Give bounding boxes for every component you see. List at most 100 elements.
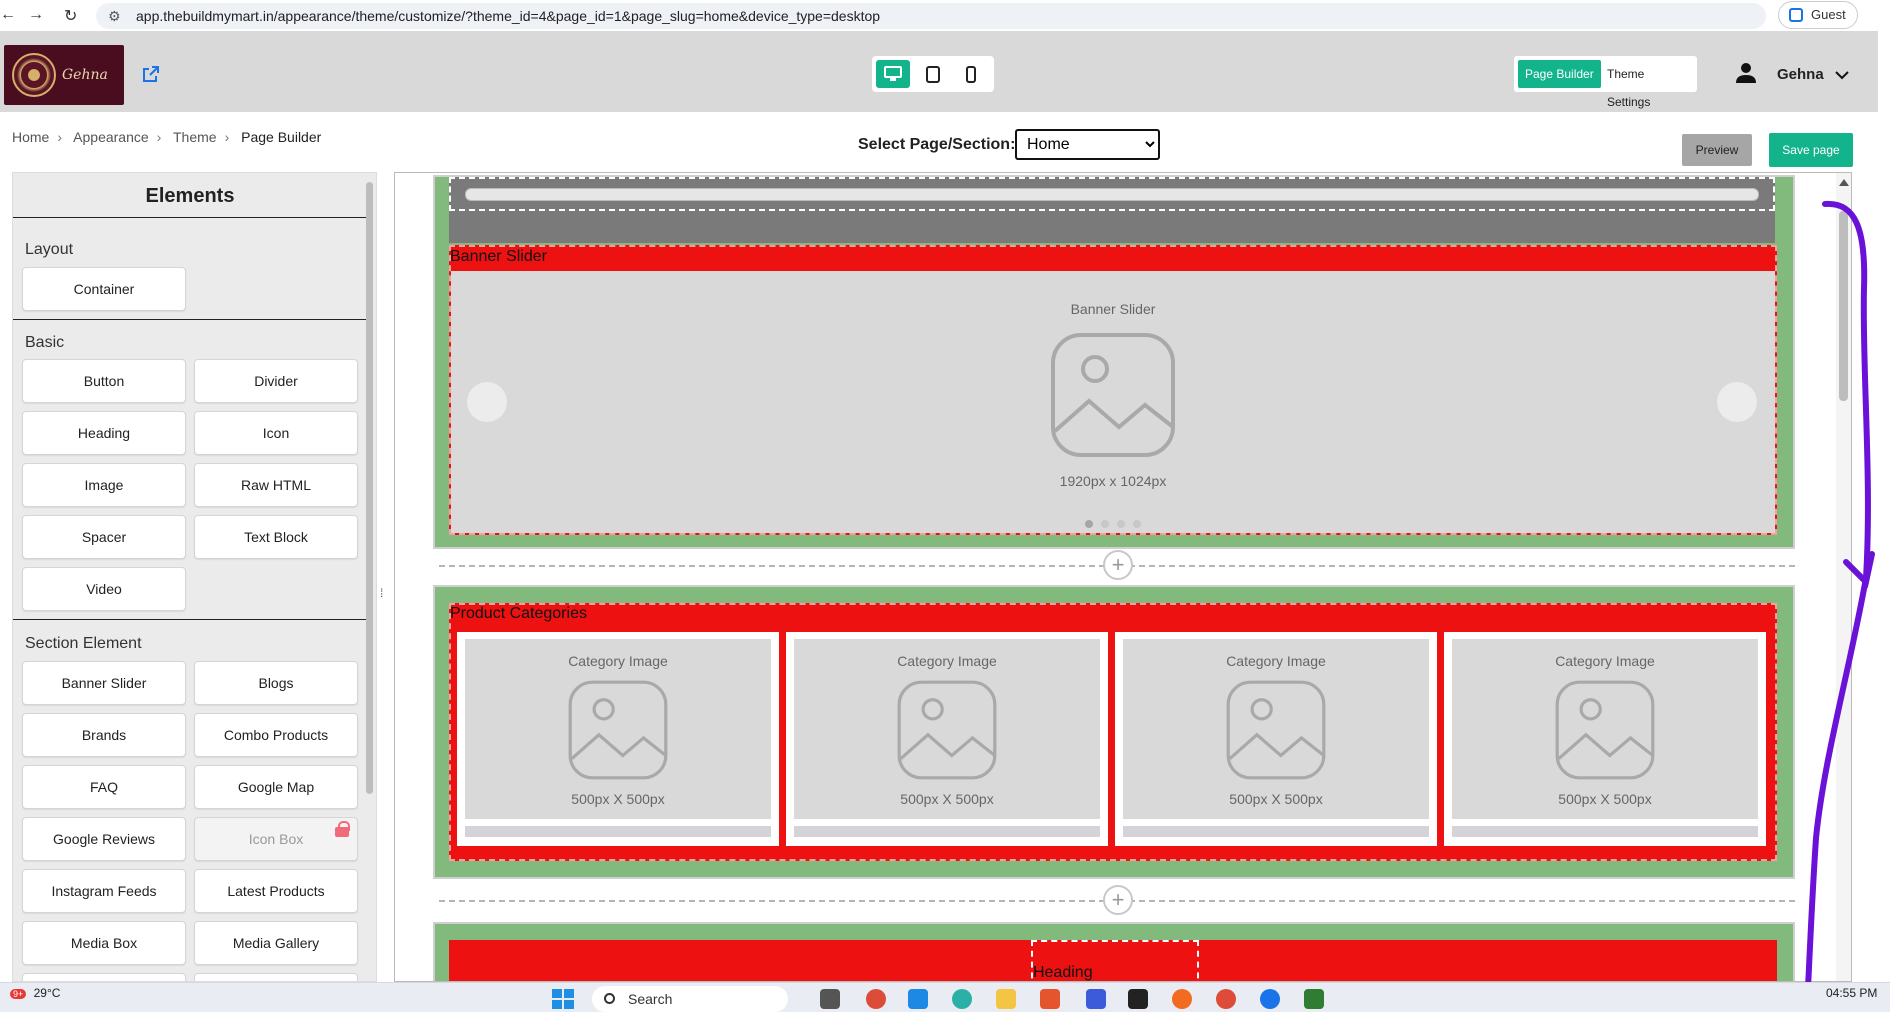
taskbar-search-placeholder: Search — [628, 991, 673, 1007]
category-card[interactable]: Category Image 500px X 500px — [1115, 632, 1437, 846]
element-latest-products[interactable]: Latest Products — [194, 869, 358, 913]
element-banner-slider[interactable]: Banner Slider — [22, 661, 186, 705]
element-media-box[interactable]: Media Box — [22, 921, 186, 965]
category-card[interactable]: Category Image 500px X 500px — [1444, 632, 1766, 846]
element-partial[interactable] — [194, 973, 358, 981]
element-text-block[interactable]: Text Block — [194, 515, 358, 559]
taskbar-search[interactable]: Search — [592, 986, 788, 1012]
element-container[interactable]: Container — [22, 267, 186, 311]
windows-start-icon[interactable] — [552, 989, 574, 1009]
vscode-icon[interactable] — [908, 989, 928, 1009]
resize-grip-icon[interactable]: ⁞ — [380, 586, 383, 600]
site-info-icon[interactable]: ⚙ — [108, 3, 121, 29]
element-image[interactable]: Image — [22, 463, 186, 507]
add-section-button[interactable]: + — [1103, 885, 1133, 915]
panel-divider — [13, 217, 367, 218]
slide-dot[interactable] — [1101, 520, 1109, 528]
page-select-dropdown[interactable]: Home — [1015, 129, 1160, 160]
reload-icon[interactable]: ↻ — [64, 6, 77, 26]
category-name-placeholder — [1452, 826, 1758, 837]
breadcrumb: Home › Appearance › Theme › Page Builder — [12, 129, 327, 145]
breadcrumb-appearance[interactable]: Appearance — [73, 129, 149, 145]
element-google-reviews[interactable]: Google Reviews — [22, 817, 186, 861]
slide-dot[interactable] — [1117, 520, 1125, 528]
element-heading[interactable]: Heading — [22, 411, 186, 455]
category-image-size: 500px X 500px — [571, 791, 665, 807]
element-button[interactable]: Button — [22, 359, 186, 403]
taskview-icon[interactable] — [820, 989, 840, 1009]
page-builder-tab[interactable]: Page Builder — [1518, 60, 1601, 88]
breadcrumb-home[interactable]: Home — [12, 129, 49, 145]
chrome-icon[interactable] — [866, 989, 886, 1009]
category-card[interactable]: Category Image 500px X 500px — [786, 632, 1108, 846]
scroll-up-icon[interactable] — [1839, 179, 1849, 186]
tablet-view-button[interactable] — [916, 60, 950, 88]
desktop-view-button[interactable] — [876, 60, 910, 88]
element-partial[interactable] — [22, 973, 186, 981]
category-image-placeholder: Category Image 500px X 500px — [1452, 639, 1758, 819]
element-combo-products[interactable]: Combo Products — [194, 713, 358, 757]
element-google-map[interactable]: Google Map — [194, 765, 358, 809]
mobile-icon — [966, 65, 976, 83]
breadcrumb-theme[interactable]: Theme — [173, 129, 217, 145]
container-heading[interactable]: Heading — [433, 922, 1795, 981]
chrome-active-icon[interactable] — [1260, 989, 1280, 1009]
weather-widget[interactable]: 9+ 29°C — [10, 986, 60, 1000]
edge-icon[interactable] — [952, 989, 972, 1009]
canvas-scrollbar-thumb[interactable] — [1839, 211, 1848, 401]
save-page-button[interactable]: Save page — [1769, 133, 1853, 167]
heading-section[interactable]: Heading — [449, 940, 1777, 981]
app-icon[interactable] — [1304, 989, 1324, 1009]
calendar-icon[interactable] — [1086, 989, 1106, 1009]
chevron-right-icon: › — [57, 129, 63, 145]
preview-button[interactable]: Preview — [1682, 134, 1752, 166]
chevron-right-icon: › — [156, 129, 162, 145]
element-video[interactable]: Video — [22, 567, 186, 611]
element-faq[interactable]: FAQ — [22, 765, 186, 809]
add-section-row: + — [439, 885, 1795, 915]
element-brands[interactable]: Brands — [22, 713, 186, 757]
profile-button[interactable]: Guest — [1778, 1, 1858, 29]
back-icon[interactable]: ← — [0, 6, 16, 24]
file-explorer-icon[interactable] — [996, 989, 1016, 1009]
postman-icon[interactable] — [1172, 989, 1192, 1009]
add-section-button[interactable]: + — [1103, 550, 1133, 580]
category-image-size: 500px X 500px — [1558, 791, 1652, 807]
element-raw-html[interactable]: Raw HTML — [194, 463, 358, 507]
elements-panel-title: Elements — [145, 185, 235, 207]
prev-slide-button[interactable] — [467, 382, 507, 422]
slide-dot[interactable] — [1085, 520, 1093, 528]
theme-settings-tab[interactable]: Theme Settings — [1600, 60, 1697, 109]
address-bar[interactable]: ⚙ app.thebuildmymart.in/appearance/theme… — [96, 3, 1766, 29]
url-text: app.thebuildmymart.in/appearance/theme/c… — [136, 8, 881, 24]
product-categories-section[interactable]: Product Categories Category Image 500px … — [449, 603, 1777, 861]
chevron-right-icon: › — [224, 129, 230, 145]
external-link-icon[interactable] — [143, 66, 159, 82]
forward-icon[interactable]: → — [28, 6, 44, 24]
banner-slider-section[interactable]: Banner Slider Banner Slider 1920px x 102… — [449, 245, 1777, 535]
category-card[interactable]: Category Image 500px X 500px — [457, 632, 779, 846]
container-categories[interactable]: Product Categories Category Image 500px … — [433, 585, 1795, 879]
element-icon[interactable]: Icon — [194, 411, 358, 455]
element-instagram-feeds[interactable]: Instagram Feeds — [22, 869, 186, 913]
image-placeholder-icon — [1226, 680, 1326, 780]
profile-label: Guest — [1811, 7, 1846, 22]
category-name-placeholder — [794, 826, 1100, 837]
chevron-down-icon — [1835, 71, 1849, 80]
element-media-gallery[interactable]: Media Gallery — [194, 921, 358, 965]
builder-mode-switch: Page Builder Theme Settings — [1514, 56, 1697, 109]
panel-scrollbar[interactable] — [366, 182, 373, 794]
next-slide-button[interactable] — [1717, 382, 1757, 422]
image-placeholder-icon — [1051, 333, 1175, 457]
container-banner[interactable]: Banner Slider Banner Slider 1920px x 102… — [433, 175, 1795, 549]
mobile-view-button[interactable] — [954, 60, 988, 88]
snipping-tool-icon[interactable] — [1040, 989, 1060, 1009]
terminal-icon[interactable] — [1128, 989, 1148, 1009]
store-logo[interactable]: Gehna — [4, 45, 124, 105]
banner-placeholder-size: 1920px x 1024px — [1059, 473, 1167, 489]
element-divider[interactable]: Divider — [194, 359, 358, 403]
element-spacer[interactable]: Spacer — [22, 515, 186, 559]
chrome-profile-icon[interactable] — [1216, 989, 1236, 1009]
element-blogs[interactable]: Blogs — [194, 661, 358, 705]
slide-dot[interactable] — [1133, 520, 1141, 528]
